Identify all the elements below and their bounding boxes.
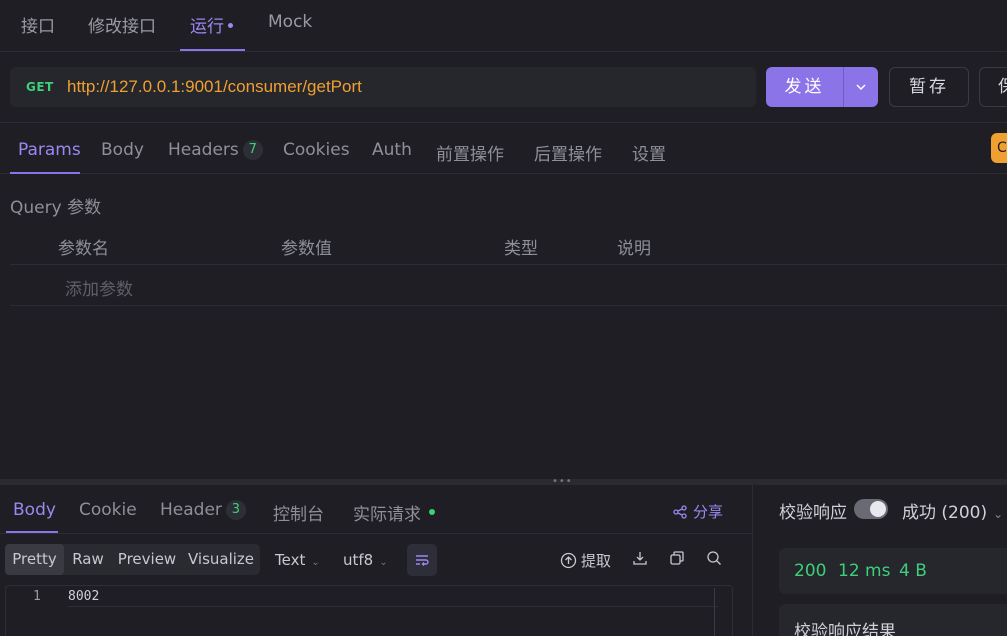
share-label: 分享 — [693, 503, 724, 521]
actual-request-dot — [429, 509, 435, 515]
tab-post-actions[interactable]: 后置操作 — [534, 140, 602, 165]
tab-interface[interactable]: 接口 — [21, 12, 55, 37]
tab-response-body[interactable]: Body — [13, 500, 56, 520]
active-tab-underline — [6, 531, 58, 533]
column-name: 参数名 — [58, 239, 109, 259]
column-type: 类型 — [504, 239, 538, 259]
tab-actual-request-label: 实际请求 — [353, 505, 421, 525]
chevron-down-icon: ⌄ — [993, 507, 1004, 521]
share-button[interactable]: 分享 — [673, 501, 723, 522]
tab-actual-request[interactable]: 实际请求 — [353, 500, 435, 525]
add-param-input[interactable]: 添加参数 — [65, 275, 133, 300]
share-icon — [673, 504, 687, 519]
mode-pretty[interactable]: Pretty — [5, 544, 64, 575]
add-param-row[interactable]: 添加参数 — [10, 265, 1007, 306]
response-header-count-badge: 3 — [225, 500, 246, 520]
response-time: 12 ms — [838, 561, 891, 581]
url-input[interactable]: http://127.0.0.1:9001/consumer/getPort — [67, 77, 362, 97]
splitter-handle-icon[interactable]: ••• — [552, 477, 573, 487]
view-mode-group: Pretty Raw Preview Visualize — [5, 544, 260, 575]
search-icon — [707, 551, 721, 565]
chevron-down-icon: ⌄ — [379, 557, 388, 568]
status-code: 200 — [794, 561, 827, 581]
download-button[interactable] — [632, 550, 648, 566]
query-params-title: Query 参数 — [10, 198, 102, 218]
send-button[interactable]: 发送 — [766, 67, 843, 107]
validation-panel: 校验响应 成功 (200) ⌄ 200 12 ms 4 B 校验响应结果 — [752, 485, 1007, 636]
response-body-text: 8002 — [68, 589, 100, 604]
top-tab-bar: 接口 修改接口 运行 Mock — [0, 0, 1007, 52]
line-number: 1 — [33, 589, 41, 604]
search-button[interactable] — [706, 550, 722, 566]
tab-response-header-label: Header — [160, 500, 222, 520]
tab-response-header[interactable]: Header 3 — [160, 500, 246, 520]
active-tab-underline — [10, 172, 80, 174]
word-wrap-button[interactable] — [407, 544, 437, 576]
request-tab-bar: Params Body Headers 7 Cookies Auth 前置操作 后… — [0, 122, 1007, 174]
code-line: 8002 — [68, 588, 718, 607]
chevron-down-icon: ⌄ — [311, 557, 320, 568]
tab-edit-interface[interactable]: 修改接口 — [88, 12, 156, 37]
tab-cookies[interactable]: Cookies — [283, 140, 350, 160]
copy-button[interactable] — [669, 550, 685, 566]
encoding-value: utf8 — [343, 551, 374, 569]
column-value: 参数值 — [281, 239, 332, 259]
wrap-icon — [416, 555, 429, 566]
save-button[interactable]: 保 — [979, 67, 1007, 107]
content-type-value: Text — [275, 551, 306, 569]
response-tab-bar: Body Cookie Header 3 控制台 实际请求 分享 — [0, 485, 752, 534]
active-tab-underline — [180, 49, 245, 51]
tab-auth[interactable]: Auth — [372, 140, 412, 160]
extract-button[interactable]: 提取 — [560, 550, 611, 571]
tab-console[interactable]: 控制台 — [273, 500, 324, 525]
tab-run-label: 运行 — [190, 17, 224, 37]
mode-preview[interactable]: Preview — [115, 544, 179, 575]
content-type-select[interactable]: Text ⌄ — [275, 551, 320, 569]
response-stats: 200 12 ms 4 B — [779, 548, 1007, 594]
validation-result-title: 校验响应结果 — [794, 622, 896, 636]
encoding-select[interactable]: utf8 ⌄ — [343, 551, 388, 569]
toggle-knob — [870, 501, 886, 517]
tab-settings[interactable]: 设置 — [632, 140, 666, 165]
download-icon — [633, 552, 647, 565]
extract-icon — [560, 552, 577, 569]
mode-visualize[interactable]: Visualize — [186, 544, 256, 575]
mode-raw[interactable]: Raw — [68, 544, 108, 575]
response-status-value: 成功 (200) — [902, 503, 988, 523]
tab-headers[interactable]: Headers 7 — [168, 140, 263, 160]
response-size: 4 B — [899, 561, 927, 581]
validate-response-label: 校验响应 — [779, 503, 847, 523]
tab-pre-actions[interactable]: 前置操作 — [436, 140, 504, 165]
response-status-select[interactable]: 成功 (200) ⌄ — [902, 498, 1003, 523]
method-select[interactable]: GET — [26, 80, 54, 94]
response-body-editor[interactable]: 1 8002 — [5, 585, 733, 636]
tab-mock[interactable]: Mock — [268, 12, 312, 32]
params-table-header: 参数名 参数值 类型 说明 — [10, 226, 1007, 265]
tab-response-cookie[interactable]: Cookie — [79, 500, 137, 520]
save-draft-button[interactable]: 暂存 — [889, 67, 969, 107]
tab-body[interactable]: Body — [101, 140, 144, 160]
tab-params[interactable]: Params — [18, 140, 81, 160]
tab-headers-label: Headers — [168, 140, 239, 160]
chevron-down-icon — [856, 84, 866, 91]
copy-icon — [670, 551, 684, 565]
extract-label: 提取 — [581, 552, 612, 570]
tab-run[interactable]: 运行 — [190, 12, 233, 37]
url-bar[interactable]: GET http://127.0.0.1:9001/consumer/getPo… — [10, 67, 756, 107]
validate-response-toggle[interactable] — [854, 499, 888, 519]
unsaved-dot — [228, 22, 233, 28]
column-description: 说明 — [617, 239, 651, 259]
send-button-group: 发送 — [766, 67, 878, 107]
editor-scrollbar[interactable] — [714, 588, 715, 636]
send-options-button[interactable] — [844, 67, 878, 107]
headers-count-badge: 7 — [242, 140, 263, 160]
validation-result-card: 校验响应结果 — [779, 604, 1007, 636]
code-tag-button[interactable]: C — [991, 133, 1007, 163]
